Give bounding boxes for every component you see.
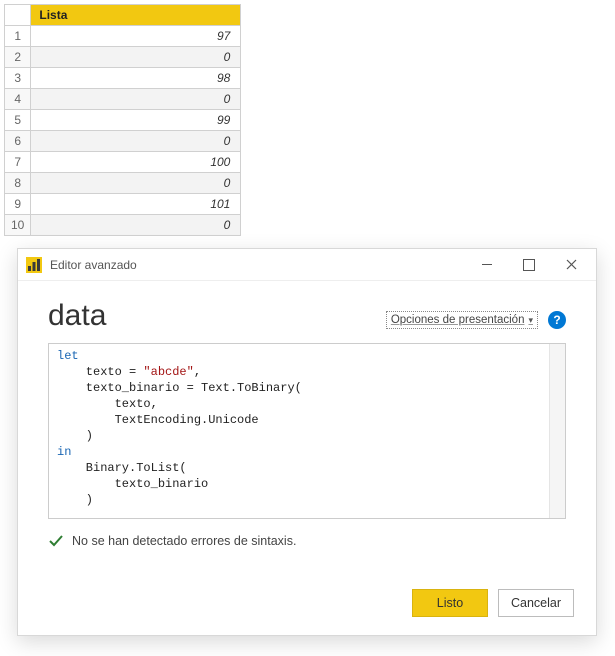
window-title: Editor avanzado xyxy=(50,258,137,272)
row-number[interactable]: 10 xyxy=(5,215,31,236)
minimize-button[interactable] xyxy=(466,251,508,279)
row-number[interactable]: 8 xyxy=(5,173,31,194)
row-number[interactable]: 6 xyxy=(5,131,31,152)
query-name-heading: data xyxy=(48,299,106,333)
cell-value[interactable]: 0 xyxy=(31,131,241,152)
code-content[interactable]: let texto = "abcde", texto_binario = Tex… xyxy=(49,344,565,512)
scrollbar[interactable] xyxy=(549,344,565,518)
cell-value[interactable]: 0 xyxy=(31,215,241,236)
titlebar: Editor avanzado xyxy=(18,249,596,281)
cell-value[interactable]: 97 xyxy=(31,26,241,47)
cell-value[interactable]: 0 xyxy=(31,47,241,68)
check-icon xyxy=(48,533,64,549)
maximize-button[interactable] xyxy=(508,251,550,279)
syntax-status-text: No se han detectado errores de sintaxis. xyxy=(72,534,296,548)
close-button[interactable] xyxy=(550,251,592,279)
cancel-button[interactable]: Cancelar xyxy=(498,589,574,617)
help-icon[interactable]: ? xyxy=(548,311,566,329)
advanced-editor-dialog: Editor avanzado data Opciones de present… xyxy=(17,248,597,636)
row-number[interactable]: 3 xyxy=(5,68,31,89)
row-number[interactable]: 4 xyxy=(5,89,31,110)
row-number[interactable]: 7 xyxy=(5,152,31,173)
list-preview-table: Lista 197 20 398 40 599 60 7100 80 9101 … xyxy=(4,4,241,236)
row-number[interactable]: 9 xyxy=(5,194,31,215)
row-number[interactable]: 1 xyxy=(5,26,31,47)
column-header-lista[interactable]: Lista xyxy=(31,5,241,26)
code-editor[interactable]: let texto = "abcde", texto_binario = Tex… xyxy=(48,343,566,519)
row-number[interactable]: 5 xyxy=(5,110,31,131)
done-button[interactable]: Listo xyxy=(412,589,488,617)
cell-value[interactable]: 0 xyxy=(31,89,241,110)
table-corner xyxy=(5,5,31,26)
row-number[interactable]: 2 xyxy=(5,47,31,68)
powerbi-icon xyxy=(26,257,42,273)
display-options-dropdown[interactable]: Opciones de presentación ▾ xyxy=(386,311,538,329)
display-options-label: Opciones de presentación xyxy=(391,314,525,326)
cell-value[interactable]: 98 xyxy=(31,68,241,89)
cell-value[interactable]: 100 xyxy=(31,152,241,173)
chevron-down-icon: ▾ xyxy=(528,315,533,326)
cell-value[interactable]: 101 xyxy=(31,194,241,215)
cell-value[interactable]: 0 xyxy=(31,173,241,194)
cell-value[interactable]: 99 xyxy=(31,110,241,131)
syntax-status: No se han detectado errores de sintaxis. xyxy=(48,533,566,549)
